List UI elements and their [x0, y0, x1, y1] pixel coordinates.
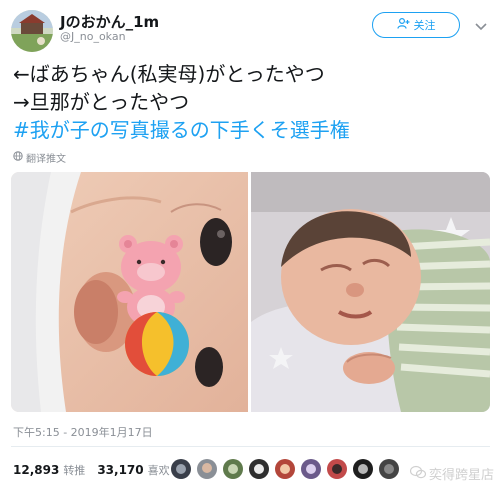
liker-avatar[interactable]: [196, 458, 218, 480]
watermark: 奕得跨星店: [409, 464, 495, 483]
tweet-photo-right[interactable]: [251, 172, 490, 412]
liker-avatar[interactable]: [352, 458, 374, 480]
tweet-text-line-2: →旦那がとったやつ: [13, 90, 190, 114]
liker-avatar[interactable]: [378, 458, 400, 480]
display-name[interactable]: Jのおかん_1m: [60, 11, 159, 32]
retweet-count[interactable]: 12,893: [13, 463, 59, 477]
globe-icon: [13, 151, 23, 164]
liker-avatar[interactable]: [274, 458, 296, 480]
like-label[interactable]: 喜欢: [148, 462, 170, 478]
liker-avatar[interactable]: [326, 458, 348, 480]
more-options-button[interactable]: [474, 18, 488, 32]
chevron-down-icon: [475, 16, 487, 35]
wechat-icon: [409, 465, 427, 483]
follow-button[interactable]: 关注: [372, 12, 460, 38]
tweet-photo-left[interactable]: [11, 172, 248, 412]
translate-label: 翻译推文: [26, 154, 66, 165]
hashtag-link[interactable]: #我が子の写真撮るの下手くそ選手権: [13, 118, 350, 142]
liker-avatar[interactable]: [300, 458, 322, 480]
user-handle[interactable]: @J_no_okan: [60, 30, 126, 43]
liker-avatar[interactable]: [222, 458, 244, 480]
liker-avatar[interactable]: [170, 458, 192, 480]
liker-avatars: [170, 458, 400, 480]
like-count[interactable]: 33,170: [97, 463, 143, 477]
divider: [11, 446, 490, 447]
follow-button-label: 关注: [413, 19, 436, 32]
translate-tweet-link[interactable]: 翻译推文: [13, 150, 66, 165]
tweet-stats: 12,893 转推 33,170 喜欢: [13, 462, 178, 478]
avatar[interactable]: [11, 10, 53, 52]
add-user-icon: [396, 17, 410, 32]
liker-avatar[interactable]: [248, 458, 270, 480]
tweet-timestamp[interactable]: 下午5:15 - 2019年1月17日: [13, 424, 153, 440]
tweet-text-line-1: ←ばあちゃん(私実母)がとったやつ: [13, 62, 325, 86]
watermark-text: 奕得跨星店: [429, 468, 495, 483]
retweet-label[interactable]: 转推: [63, 462, 85, 478]
